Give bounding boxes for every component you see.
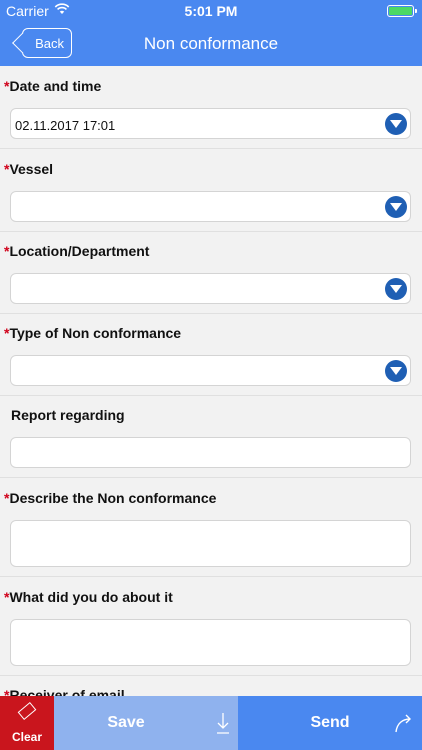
send-arrow-icon (395, 714, 411, 733)
chevron-down-icon[interactable] (385, 360, 407, 382)
divider (0, 148, 422, 149)
divider (0, 395, 422, 396)
field-label: *What did you do about it (4, 589, 173, 605)
divider (0, 576, 422, 577)
save-button[interactable]: Save (54, 696, 238, 750)
field-label: *Date and time (4, 78, 102, 94)
save-button-label: Save (107, 714, 145, 731)
field-label: *Receiver of email (4, 687, 125, 696)
nonconformance-type-dropdown[interactable] (10, 355, 411, 386)
bottom-toolbar: Clear Save Send (0, 696, 422, 750)
field-label: Report regarding (11, 407, 125, 423)
divider (0, 313, 422, 314)
download-icon (217, 713, 229, 734)
chevron-down-icon[interactable] (385, 196, 407, 218)
chevron-down-icon[interactable] (385, 113, 407, 135)
page-title: Non conformance (143, 34, 279, 53)
report-regarding-input[interactable] (10, 437, 411, 468)
send-button[interactable]: Send (238, 696, 422, 750)
divider (0, 477, 422, 478)
divider (0, 675, 422, 676)
field-label: *Describe the Non conformance (4, 490, 217, 506)
field-label: *Type of Non conformance (4, 325, 182, 341)
form-scroll-area[interactable]: *Date and time 02.11.2017 17:01 *Vessel … (0, 66, 422, 696)
divider (0, 231, 422, 232)
navigation-bar: Back Non conformance (0, 22, 422, 66)
location-department-dropdown[interactable] (10, 273, 411, 304)
field-label: *Vessel (4, 161, 54, 177)
vessel-dropdown[interactable] (10, 191, 411, 222)
battery-icon (387, 5, 417, 17)
describe-nonconformance-textarea[interactable] (10, 520, 411, 567)
chevron-down-icon[interactable] (385, 278, 407, 300)
date-time-dropdown[interactable]: 02.11.2017 17:01 (10, 108, 411, 139)
date-time-value: 02.11.2017 17:01 (15, 118, 116, 133)
clear-button-label: Clear (11, 730, 43, 744)
eraser-icon (17, 702, 37, 720)
clock-time: 5:01 PM (184, 3, 238, 19)
status-bar: Carrier 5:01 PM (0, 0, 422, 22)
action-taken-textarea[interactable] (10, 619, 411, 666)
field-label: *Location/Department (4, 243, 150, 259)
clear-button[interactable]: Clear (0, 696, 54, 750)
